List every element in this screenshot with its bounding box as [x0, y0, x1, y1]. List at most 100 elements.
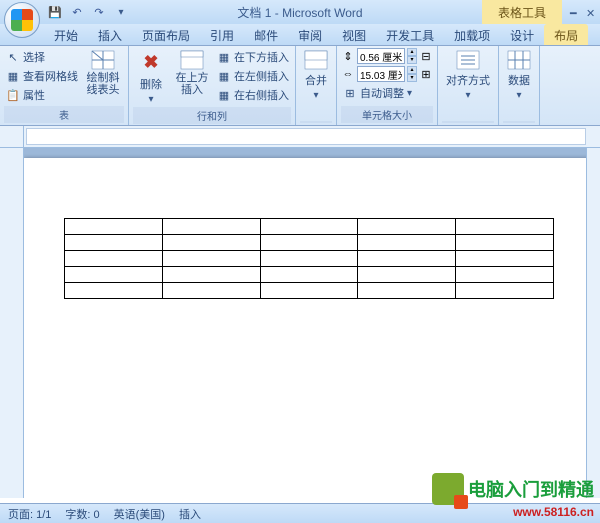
group-alignment: 对齐方式 ▾ — [438, 46, 499, 125]
table-cell[interactable] — [456, 267, 554, 283]
table-cell[interactable] — [65, 251, 163, 267]
tab-mailings[interactable]: 邮件 — [244, 24, 288, 45]
table-cell[interactable] — [358, 235, 456, 251]
group-table-label: 表 — [4, 106, 124, 123]
tab-insert[interactable]: 插入 — [88, 24, 132, 45]
distribute-rows-icon[interactable]: ⊟ — [419, 49, 433, 63]
table-row[interactable] — [65, 267, 554, 283]
table-cell[interactable] — [358, 267, 456, 283]
select-button[interactable]: ↖选择 — [4, 48, 80, 66]
tab-view[interactable]: 视图 — [332, 24, 376, 45]
table-cell[interactable] — [456, 219, 554, 235]
height-icon: ⇕ — [341, 49, 355, 63]
table-cell[interactable] — [162, 219, 260, 235]
table-row[interactable] — [65, 283, 554, 299]
group-data-label — [503, 121, 535, 123]
qat-dropdown-icon[interactable]: ▾ — [112, 3, 130, 21]
distribute-cols-icon[interactable]: ⊞ — [419, 67, 433, 81]
status-mode[interactable]: 插入 — [179, 506, 201, 522]
insert-above-button[interactable]: 在上方插入 — [171, 48, 213, 98]
redo-icon[interactable]: ↷ — [90, 3, 108, 21]
save-icon[interactable]: 💾 — [46, 3, 64, 21]
table-cell[interactable] — [162, 251, 260, 267]
table-cell[interactable] — [65, 219, 163, 235]
insert-left-button[interactable]: ▦在左侧插入 — [215, 67, 291, 85]
properties-button[interactable]: 📋属性 — [4, 86, 80, 104]
word-table[interactable] — [64, 218, 554, 299]
table-cell[interactable] — [260, 235, 358, 251]
tab-design[interactable]: 设计 — [500, 24, 544, 45]
data-label: 数据 — [508, 72, 530, 88]
office-button[interactable] — [4, 2, 40, 38]
delete-icon: ✖ — [137, 50, 165, 74]
status-page[interactable]: 页面: 1/1 — [8, 506, 51, 522]
table-cell[interactable] — [65, 235, 163, 251]
table-cell[interactable] — [65, 267, 163, 283]
close-icon[interactable]: ✕ — [586, 7, 596, 17]
table-row[interactable] — [65, 235, 554, 251]
table-cell[interactable] — [456, 251, 554, 267]
table-cell[interactable] — [162, 283, 260, 299]
context-tab-label: 表格工具 — [482, 0, 562, 24]
width-down[interactable]: ▾ — [407, 74, 417, 82]
merge-button[interactable]: 合并 ▾ — [300, 48, 332, 103]
table-cell[interactable] — [162, 235, 260, 251]
view-gridlines-button[interactable]: ▦查看网格线 — [4, 67, 80, 85]
status-words[interactable]: 字数: 0 — [65, 506, 99, 522]
autofit-button[interactable]: ⊞自动调整▾ — [341, 84, 433, 102]
height-up[interactable]: ▴ — [407, 48, 417, 56]
table-cell[interactable] — [162, 267, 260, 283]
row-height-input[interactable] — [357, 48, 405, 64]
table-cell[interactable] — [456, 235, 554, 251]
table-cell[interactable] — [260, 267, 358, 283]
table-row[interactable] — [65, 219, 554, 235]
draw-diagonal-button[interactable]: 绘制斜线表头 — [82, 48, 124, 98]
tab-references[interactable]: 引用 — [200, 24, 244, 45]
table-cell[interactable] — [456, 283, 554, 299]
col-width-input[interactable] — [357, 66, 405, 82]
table-cell[interactable] — [358, 283, 456, 299]
title-bar: 💾 ↶ ↷ ▾ 文档 1 - Microsoft Word 表格工具 ━ ✕ — [0, 0, 600, 24]
minimize-icon[interactable]: ━ — [570, 7, 580, 17]
delete-button[interactable]: ✖ 删除 ▾ — [133, 48, 169, 107]
ribbon-tabs: 开始 插入 页面布局 引用 邮件 审阅 视图 开发工具 加载项 设计 布局 — [0, 24, 600, 46]
height-down[interactable]: ▾ — [407, 56, 417, 64]
insert-left-label: 在左侧插入 — [234, 68, 289, 84]
document-scroll[interactable] — [24, 148, 586, 498]
width-up[interactable]: ▴ — [407, 66, 417, 74]
merge-label: 合并 — [305, 72, 327, 88]
alignment-button[interactable]: 对齐方式 ▾ — [442, 48, 494, 103]
vertical-ruler[interactable] — [0, 148, 24, 498]
insert-below-button[interactable]: ▦在下方插入 — [215, 48, 291, 66]
table-cell[interactable] — [260, 219, 358, 235]
table-cell[interactable] — [358, 219, 456, 235]
tab-layout[interactable]: 布局 — [544, 24, 588, 45]
tab-addins[interactable]: 加载项 — [444, 24, 500, 45]
tab-review[interactable]: 审阅 — [288, 24, 332, 45]
vertical-scrollbar[interactable] — [586, 148, 600, 498]
tab-developer[interactable]: 开发工具 — [376, 24, 444, 45]
cursor-icon: ↖ — [6, 50, 20, 64]
insert-below-icon: ▦ — [217, 50, 231, 64]
data-button[interactable]: 数据 ▾ — [503, 48, 535, 103]
chevron-down-icon: ▾ — [313, 90, 318, 101]
table-cell[interactable] — [358, 251, 456, 267]
office-logo-icon — [11, 9, 33, 31]
properties-icon: 📋 — [6, 88, 20, 102]
horizontal-ruler[interactable] — [26, 128, 586, 145]
table-cell[interactable] — [260, 283, 358, 299]
table-cell[interactable] — [260, 251, 358, 267]
table-row[interactable] — [65, 251, 554, 267]
tab-page-layout[interactable]: 页面布局 — [132, 24, 200, 45]
undo-icon[interactable]: ↶ — [68, 3, 86, 21]
table-cell[interactable] — [65, 283, 163, 299]
page[interactable] — [24, 158, 586, 498]
row-height-control: ⇕ ▴▾ ⊟ — [341, 48, 433, 64]
insert-right-icon: ▦ — [217, 88, 231, 102]
insert-right-label: 在右侧插入 — [234, 87, 289, 103]
status-language[interactable]: 英语(美国) — [114, 506, 165, 522]
window-title: 文档 1 - Microsoft Word — [237, 4, 362, 21]
tab-home[interactable]: 开始 — [44, 24, 88, 45]
group-merge-label — [300, 121, 332, 123]
insert-right-button[interactable]: ▦在右侧插入 — [215, 86, 291, 104]
